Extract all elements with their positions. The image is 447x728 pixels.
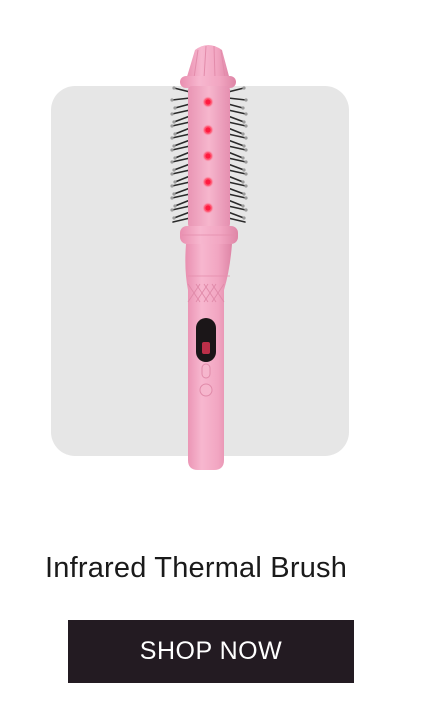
infrared-thermal-brush-image[interactable]: [150, 40, 270, 475]
product-card: Infrared Thermal Brush SHOP NOW: [0, 0, 447, 728]
product-title: Infrared Thermal Brush: [45, 552, 348, 584]
shop-now-button[interactable]: SHOP NOW: [68, 620, 354, 683]
